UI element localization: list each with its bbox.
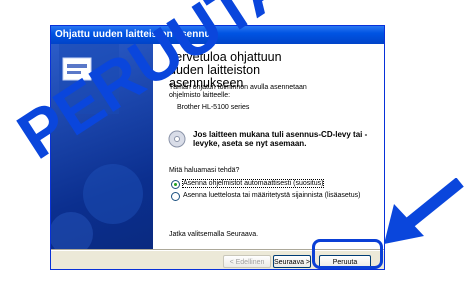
cd-disc-icon [168,130,186,148]
radio-manual-install[interactable]: Asenna luettelosta tai määritetystä sija… [171,191,371,201]
cd-instruction: Jos laitteen mukana tuli asennus-CD-levy… [193,130,368,148]
radio-selected-icon[interactable] [171,179,180,189]
intro-text: Tämän ohjatun toiminnon avulla asennetaa… [169,84,307,99]
radio-auto-install-label: Asenna ohjelmistot automaattisesti (suos… [181,179,325,188]
radio-manual-install-label: Asenna luettelosta tai määritetystä sija… [183,192,361,199]
continue-hint: Jatka valitsemalla Seuraava. [169,231,259,238]
install-question: Mitä haluamasi tehdä? [169,167,240,174]
radio-unselected-icon[interactable] [171,191,180,201]
device-name: Brother HL-5100 series [177,104,250,111]
back-button[interactable]: < Edellinen [223,255,271,268]
cancel-highlight-frame [312,239,383,269]
pointer-arrow-icon [384,178,464,244]
radio-auto-install[interactable]: Asenna ohjelmistot automaattisesti (suos… [171,179,371,189]
next-button[interactable]: Seuraava > [273,255,311,268]
